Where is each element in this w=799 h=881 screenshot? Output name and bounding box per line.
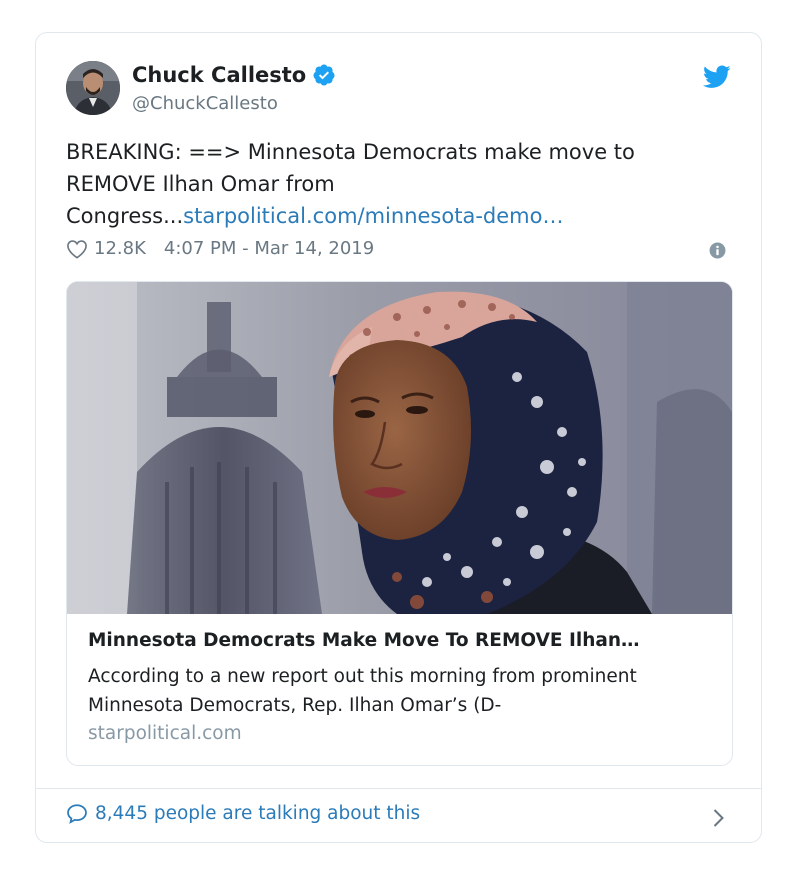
author-name-text[interactable]: Chuck Callesto — [132, 63, 306, 87]
conversation-link[interactable]: 8,445 people are talking about this — [66, 803, 420, 824]
twitter-bird-icon[interactable] — [703, 65, 731, 89]
link-card[interactable]: Minnesota Democrats Make Move To REMOVE … — [66, 281, 733, 766]
footer-divider — [36, 788, 761, 789]
heart-icon[interactable] — [66, 239, 88, 259]
like-count[interactable]: 12.8K — [94, 238, 146, 259]
info-icon[interactable] — [709, 242, 726, 259]
verified-badge-icon — [313, 64, 335, 86]
avatar[interactable] — [66, 61, 120, 115]
author-handle[interactable]: @ChuckCallesto — [132, 93, 278, 114]
tweet-meta: 12.8K 4:07 PM - Mar 14, 2019 — [66, 238, 374, 259]
conversation-text[interactable]: 8,445 people are talking about this — [95, 803, 420, 824]
tweet-link[interactable]: starpolitical.com/minnesota-demo… — [183, 204, 563, 228]
card-image[interactable] — [67, 282, 732, 614]
embedded-tweet: Chuck Callesto @ChuckCallesto BREAKING: … — [35, 32, 762, 843]
author-name[interactable]: Chuck Callesto — [132, 63, 336, 87]
tweet-timestamp[interactable]: 4:07 PM - Mar 14, 2019 — [164, 238, 374, 259]
speech-bubble-icon — [67, 804, 87, 824]
card-description: According to a new report out this morni… — [88, 666, 637, 716]
tweet-text: BREAKING: ==> Minnesota Democrats make m… — [66, 136, 726, 232]
chevron-right-icon[interactable] — [712, 808, 725, 828]
card-title[interactable]: Minnesota Democrats Make Move To REMOVE … — [88, 630, 718, 651]
card-domain: starpolitical.com — [88, 723, 242, 744]
